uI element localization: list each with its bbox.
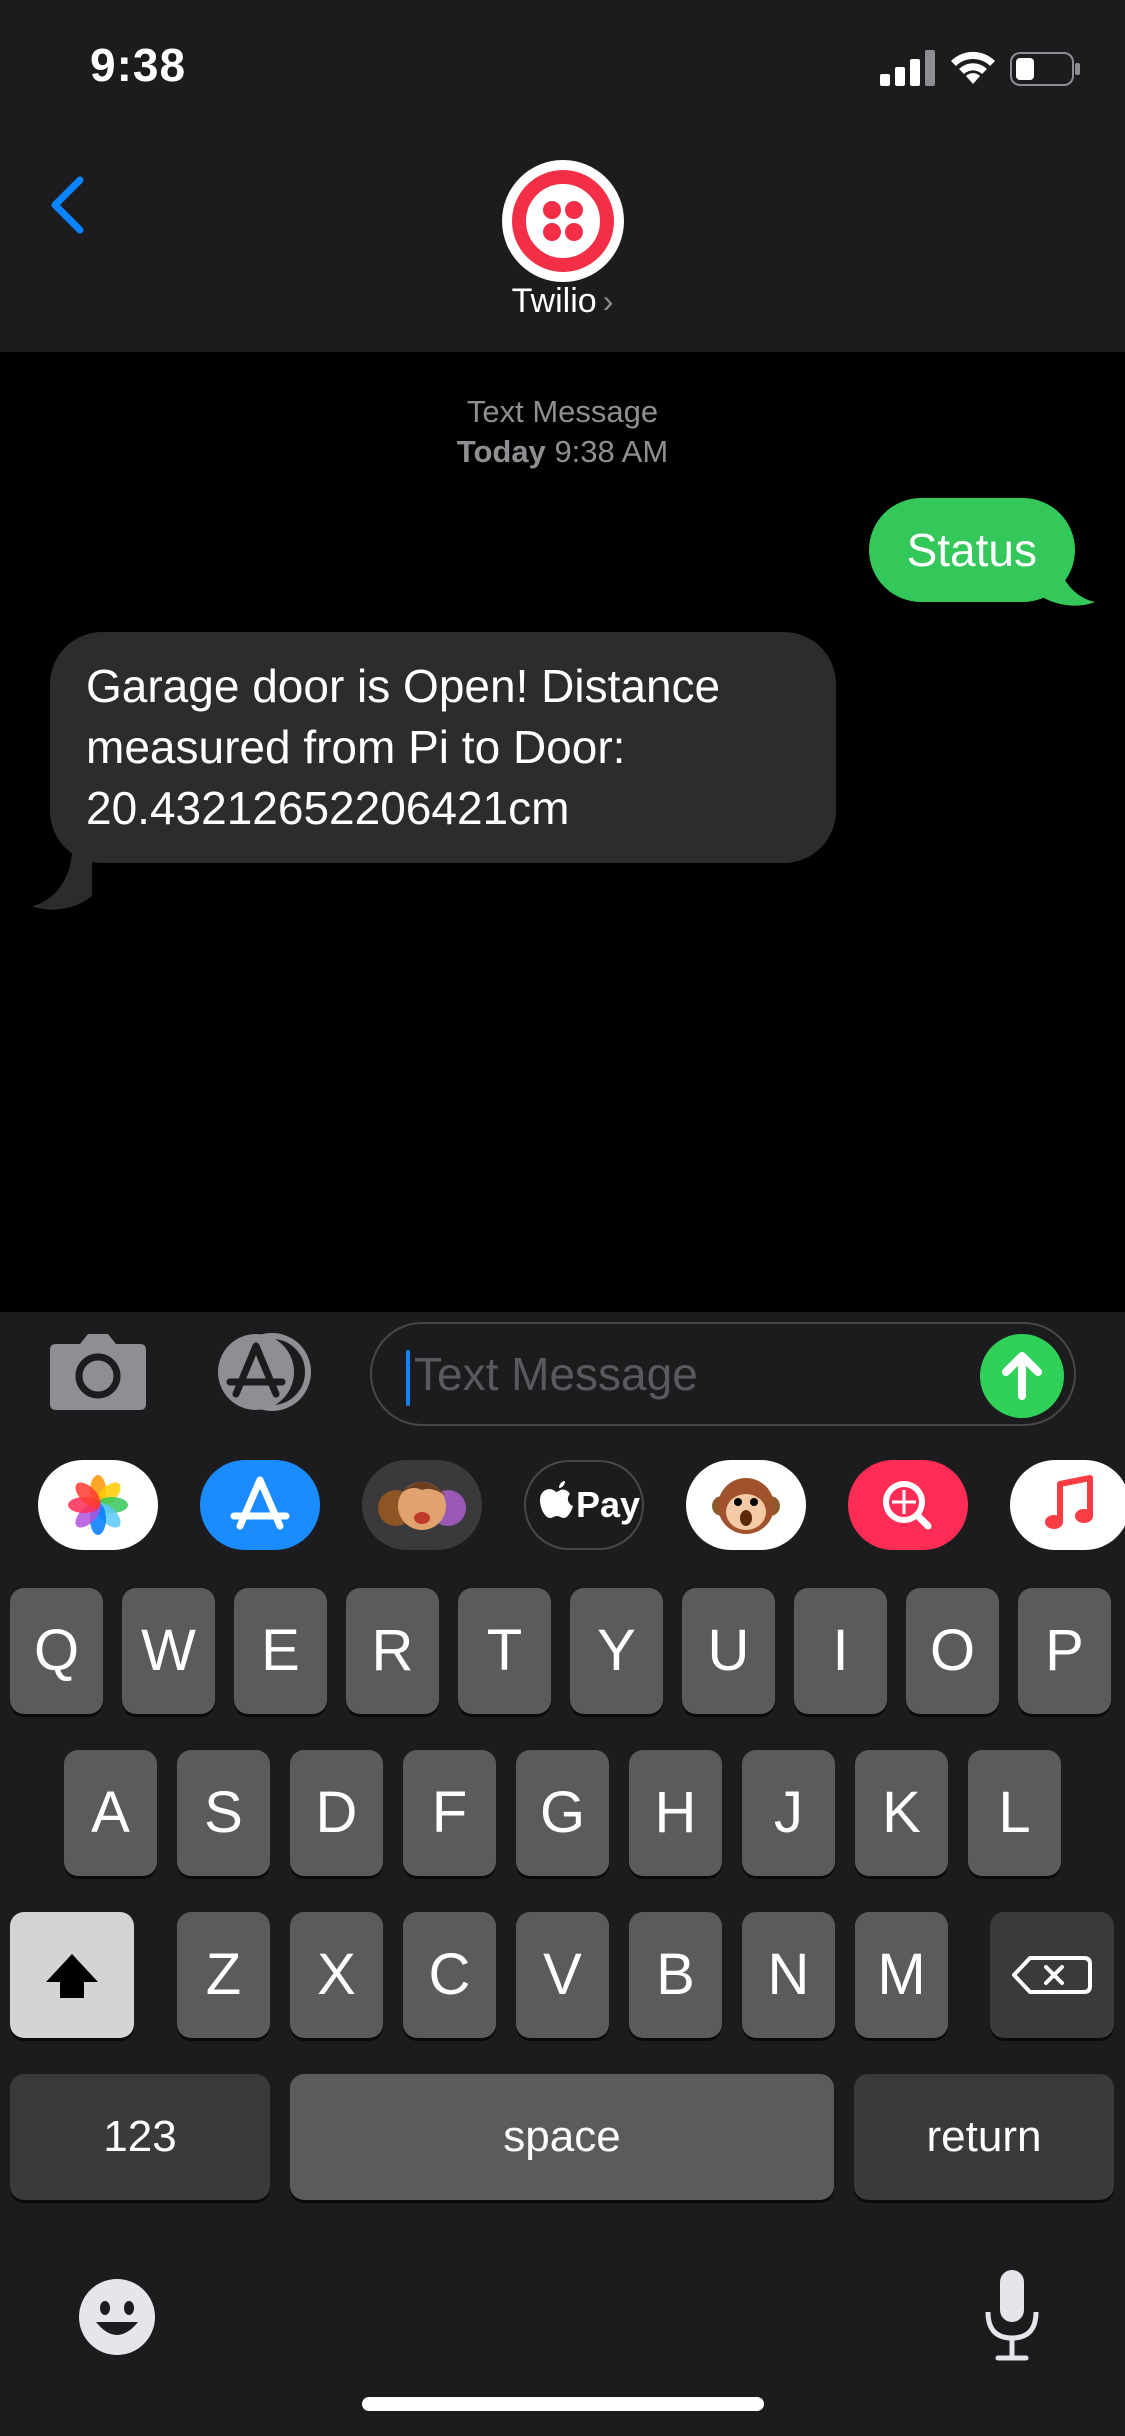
shift-arrow-icon <box>46 1954 98 1998</box>
key-i[interactable]: I <box>794 1588 887 1714</box>
key-a[interactable]: A <box>64 1750 157 1876</box>
microphone-icon[interactable] <box>974 2266 1050 2366</box>
key-y[interactable]: Y <box>570 1588 663 1714</box>
key-f[interactable]: F <box>403 1750 496 1876</box>
memoji-icon <box>378 1482 466 1530</box>
image-search-icon <box>883 1481 932 1530</box>
app-store-icon <box>230 1476 290 1530</box>
key-k[interactable]: K <box>855 1750 948 1876</box>
cellular-signal-icon <box>880 50 935 86</box>
message-day: Today <box>456 434 546 469</box>
image-search-button[interactable] <box>848 1460 968 1550</box>
key-x[interactable]: X <box>290 1912 383 2038</box>
app-store-toggle-icon[interactable] <box>206 1332 318 1412</box>
key-l[interactable]: L <box>968 1750 1061 1876</box>
incoming-message-bubble[interactable]: Garage door is Open! Distance measured f… <box>50 632 836 863</box>
shift-key[interactable] <box>10 1912 134 2038</box>
music-button[interactable] <box>1010 1460 1125 1550</box>
key-m[interactable]: M <box>855 1912 948 2038</box>
text-caret <box>406 1350 410 1406</box>
message-text-input[interactable]: Text Message <box>370 1322 1076 1426</box>
key-u[interactable]: U <box>682 1588 775 1714</box>
back-chevron-icon[interactable] <box>40 160 100 250</box>
key-o[interactable]: O <box>906 1588 999 1714</box>
memoji-button[interactable] <box>362 1460 482 1550</box>
key-n[interactable]: N <box>742 1912 835 2038</box>
key-j[interactable]: J <box>742 1750 835 1876</box>
home-indicator[interactable] <box>362 2397 764 2411</box>
message-type-label: Text Message <box>466 394 659 429</box>
message-time: 9:38 AM <box>554 434 669 469</box>
backspace-icon <box>1012 1956 1092 1994</box>
composer-bar: Text Message <box>0 1312 1125 1428</box>
imessage-app-drawer: Pay <box>0 1428 1125 1582</box>
chevron-right-icon: › <box>602 283 614 319</box>
delete-key[interactable] <box>990 1912 1114 2038</box>
return-key[interactable]: return <box>854 2074 1114 2200</box>
wifi-icon <box>951 51 995 84</box>
app-store-button[interactable] <box>200 1460 320 1550</box>
music-icon <box>1045 1475 1093 1529</box>
contact-name-button[interactable]: Twilio › <box>0 282 1125 321</box>
animoji-button[interactable] <box>686 1460 806 1550</box>
key-e[interactable]: E <box>234 1588 327 1714</box>
key-t[interactable]: T <box>458 1588 551 1714</box>
message-timestamp: Text Message Today 9:38 AM <box>0 392 1125 472</box>
key-w[interactable]: W <box>122 1588 215 1714</box>
apple-pay-button[interactable]: Pay <box>524 1460 644 1550</box>
numbers-key[interactable]: 123 <box>10 2074 270 2200</box>
twilio-logo-icon <box>512 170 614 272</box>
keyboard: Q W E R T Y U I O P A S D F G H J K L Z … <box>0 1582 1125 2436</box>
key-c[interactable]: C <box>403 1912 496 2038</box>
battery-icon <box>1010 52 1080 86</box>
key-s[interactable]: S <box>177 1750 270 1876</box>
arrow-up-icon <box>1002 1352 1042 1400</box>
key-d[interactable]: D <box>290 1750 383 1876</box>
apple-pay-label: Pay <box>576 1484 641 1525</box>
key-p[interactable]: P <box>1018 1588 1111 1714</box>
camera-icon[interactable] <box>48 1332 148 1412</box>
key-q[interactable]: Q <box>10 1588 103 1714</box>
key-b[interactable]: B <box>629 1912 722 2038</box>
key-v[interactable]: V <box>516 1912 609 2038</box>
photos-app-button[interactable] <box>38 1460 158 1550</box>
key-z[interactable]: Z <box>177 1912 270 2038</box>
photos-icon <box>68 1475 128 1535</box>
emoji-icon[interactable] <box>76 2276 158 2358</box>
space-key[interactable]: space <box>290 2074 834 2200</box>
key-r[interactable]: R <box>346 1588 439 1714</box>
status-bar: 9:38 <box>0 0 1125 140</box>
outgoing-message-bubble[interactable]: Status <box>868 498 1075 602</box>
status-time: 9:38 <box>90 39 187 91</box>
send-button[interactable] <box>980 1334 1064 1418</box>
contact-name: Twilio <box>511 282 597 320</box>
message-thread[interactable]: Text Message Today 9:38 AM Status Garage… <box>0 352 1125 1312</box>
key-h[interactable]: H <box>629 1750 722 1876</box>
animoji-icon <box>712 1478 780 1534</box>
conversation-header: Twilio › <box>0 140 1125 352</box>
bubble-tail <box>32 852 92 910</box>
contact-avatar[interactable] <box>502 160 624 282</box>
message-placeholder: Text Message <box>414 1348 698 1400</box>
key-g[interactable]: G <box>516 1750 609 1876</box>
